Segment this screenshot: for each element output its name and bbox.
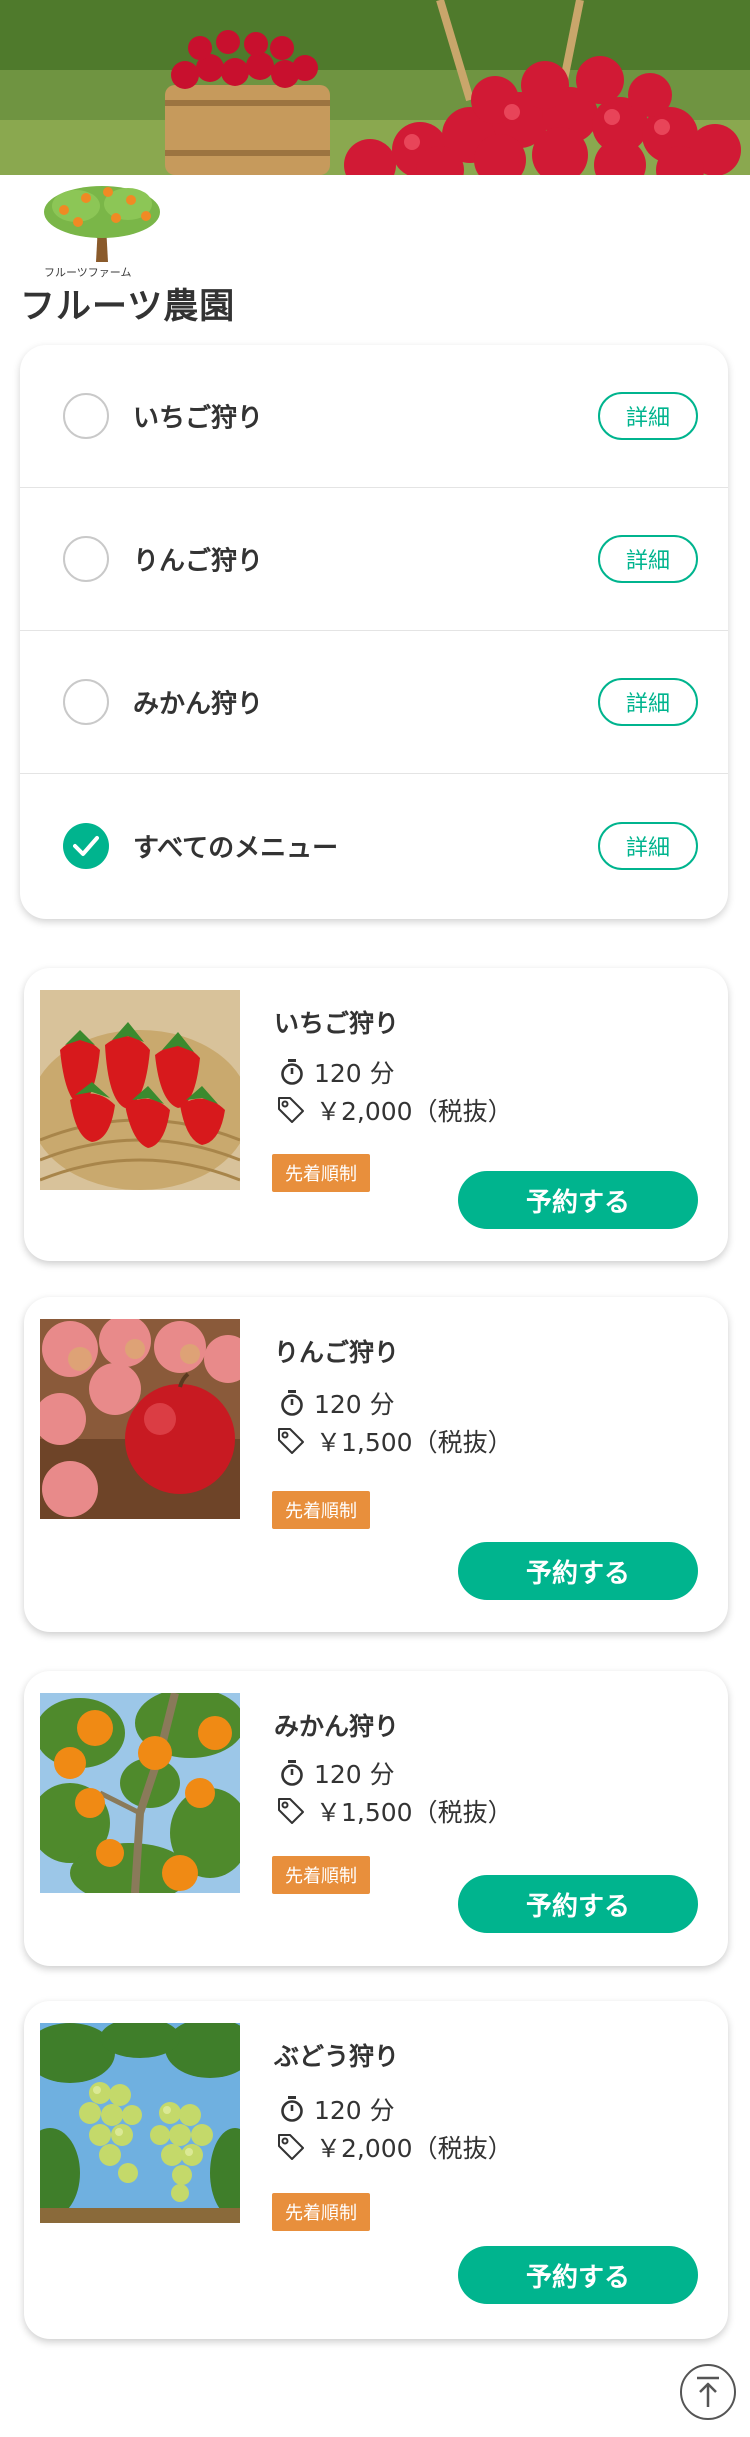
reserve-button[interactable]: 予約する (458, 1542, 698, 1600)
product-title: いちご狩り (274, 1009, 400, 1038)
reserve-button[interactable]: 予約する (458, 1875, 698, 1933)
price-row: ￥2,000（税抜） (276, 2129, 513, 2165)
page-title: フルーツ農園 (20, 287, 236, 327)
check-icon (73, 835, 99, 856)
first-come-badge: 先着順制 (272, 2193, 370, 2231)
price-row: ￥1,500（税抜） (276, 1793, 513, 1829)
product-title: みかん狩り (274, 1712, 400, 1741)
detail-button[interactable]: 詳細 (598, 535, 698, 583)
detail-button[interactable]: 詳細 (598, 678, 698, 726)
product-card-budou: ぶどう狩り 120 分 ￥2,000（税抜） 先着順制 予約する (24, 2001, 728, 2339)
scroll-top-button[interactable] (680, 2364, 736, 2420)
reserve-button[interactable]: 予約する (458, 2246, 698, 2304)
first-come-badge: 先着順制 (272, 1154, 370, 1192)
duration-text: 120 分 (314, 1390, 395, 1419)
detail-button[interactable]: 詳細 (598, 392, 698, 440)
radio-button[interactable] (63, 393, 109, 439)
mikan-photo (40, 1693, 240, 1893)
menu-item-label: みかん狩り (133, 689, 264, 720)
price-text: ￥1,500（税抜） (316, 1798, 513, 1827)
menu-item-label: いちご狩り (133, 403, 264, 434)
strawberry-photo (40, 990, 240, 1190)
stopwatch-icon (281, 1059, 303, 1085)
first-come-badge: 先着順制 (272, 1491, 370, 1529)
menu-item-ichigo[interactable]: いちご狩り 詳細 (20, 345, 728, 488)
detail-button[interactable]: 詳細 (598, 821, 698, 870)
stopwatch-icon (281, 2096, 303, 2122)
duration-text: 120 分 (314, 1059, 395, 1088)
duration-row: 120 分 (280, 1755, 395, 1791)
first-come-badge: 先着順制 (272, 1856, 370, 1894)
price-text: ￥2,000（税抜） (316, 2134, 513, 2163)
radio-button-checked[interactable] (63, 822, 109, 869)
price-row: ￥1,500（税抜） (276, 1423, 513, 1459)
duration-text: 120 分 (314, 1760, 395, 1789)
menu-item-mikan[interactable]: みかん狩り 詳細 (20, 631, 728, 774)
menu-item-label: りんご狩り (133, 546, 264, 577)
duration-text: 120 分 (314, 2096, 395, 2125)
tag-icon (278, 1798, 304, 1824)
tag-icon (278, 1428, 304, 1454)
tag-icon (278, 1097, 304, 1123)
menu-selector: いちご狩り 詳細 りんご狩り 詳細 みかん狩り 詳細 すべてのメニュー 詳細 (20, 345, 728, 919)
radio-button[interactable] (63, 679, 109, 725)
apple-photo (40, 1319, 240, 1519)
hero-banner (0, 0, 750, 175)
tree-logo-icon: フルーツファーム (44, 186, 160, 279)
price-row: ￥2,000（税抜） (276, 1092, 513, 1128)
duration-row: 120 分 (280, 1385, 395, 1421)
menu-item-all[interactable]: すべてのメニュー 詳細 (20, 774, 728, 917)
apple-orchard-photo (0, 0, 750, 175)
product-title: ぶどう狩り (274, 2042, 400, 2071)
menu-item-ringo[interactable]: りんご狩り 詳細 (20, 488, 728, 631)
product-card-mikan: みかん狩り 120 分 ￥1,500（税抜） 先着順制 予約する (24, 1671, 728, 1966)
product-card-ichigo: いちご狩り 120 分 ￥2,000（税抜） 先着順制 予約する (24, 968, 728, 1261)
duration-row: 120 分 (280, 1054, 395, 1090)
duration-row: 120 分 (280, 2091, 395, 2127)
arrow-up-icon (697, 2376, 719, 2407)
radio-button[interactable] (63, 536, 109, 582)
menu-item-label: すべてのメニュー (133, 833, 339, 863)
product-card-ringo: りんご狩り 120 分 ￥1,500（税抜） 先着順制 予約する (24, 1297, 728, 1632)
grape-photo (40, 2023, 240, 2223)
stopwatch-icon (281, 1760, 303, 1786)
reserve-button[interactable]: 予約する (458, 1171, 698, 1229)
farm-logo: フルーツファーム (36, 180, 166, 280)
tag-icon (278, 2134, 304, 2160)
price-text: ￥2,000（税抜） (316, 1097, 513, 1126)
product-title: りんご狩り (274, 1338, 400, 1367)
stopwatch-icon (281, 1390, 303, 1416)
price-text: ￥1,500（税抜） (316, 1428, 513, 1457)
